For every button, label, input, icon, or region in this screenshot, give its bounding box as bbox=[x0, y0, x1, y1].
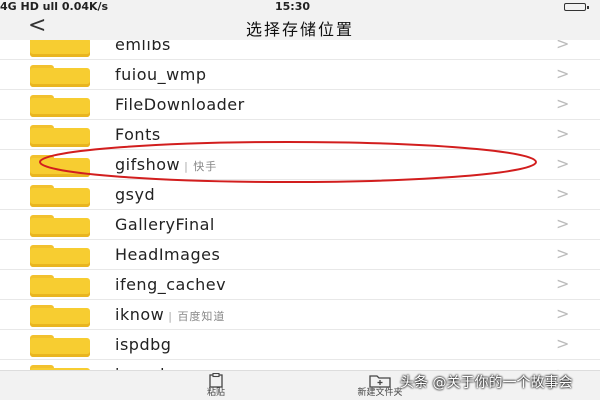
folder-name-text: ispdbg bbox=[115, 335, 172, 354]
chevron-right-icon: > bbox=[556, 154, 570, 173]
paste-button[interactable]: 粘贴 bbox=[186, 372, 246, 399]
folder-name-text: FileDownloader bbox=[115, 95, 245, 114]
folder-row[interactable]: FileDownloader > bbox=[0, 90, 600, 120]
clipboard-icon bbox=[186, 372, 246, 388]
battery-icon bbox=[564, 3, 589, 11]
folder-row[interactable]: emlibs > bbox=[0, 40, 600, 60]
folder-name-text: gifshow bbox=[115, 155, 181, 174]
paste-label: 粘贴 bbox=[206, 388, 225, 398]
folder-icon bbox=[30, 245, 90, 267]
folder-name: gsyd bbox=[115, 184, 155, 206]
folder-row[interactable]: iknow百度知道 > bbox=[0, 300, 600, 330]
watermark: 头条 @关于你的一个故事会 bbox=[400, 375, 573, 391]
folder-name: FileDownloader bbox=[115, 94, 245, 116]
page-title: 选择存储位置 bbox=[245, 20, 354, 39]
folder-row[interactable]: GalleryFinal > bbox=[0, 210, 600, 240]
folder-name-text: emlibs bbox=[115, 40, 171, 54]
folder-icon bbox=[30, 65, 90, 87]
folder-icon bbox=[30, 125, 90, 147]
folder-name: fuiou_wmp bbox=[115, 64, 206, 86]
folder-name: GalleryFinal bbox=[115, 214, 215, 236]
folder-row[interactable]: HeadImages > bbox=[0, 240, 600, 270]
folder-list: emlibs > fuiou_wmp > FileDownloader > Fonts > gi… bbox=[0, 40, 600, 370]
chevron-right-icon: > bbox=[556, 184, 570, 203]
chevron-right-icon: > bbox=[556, 214, 570, 233]
folder-name: ifeng_cachev bbox=[115, 274, 226, 296]
folder-icon bbox=[30, 275, 90, 297]
chevron-right-icon: > bbox=[556, 334, 570, 353]
folder-name-text: fuiou_wmp bbox=[115, 65, 207, 84]
folder-alias: 快手 bbox=[184, 160, 217, 173]
folder-icon bbox=[30, 40, 90, 57]
folder-name: ispdbg bbox=[115, 334, 171, 356]
folder-icon bbox=[30, 185, 90, 207]
status-network: 4G HD ull 0.04K/s bbox=[0, 0, 109, 13]
folder-name: HeadImages bbox=[115, 244, 220, 266]
folder-row[interactable]: ispdbg > bbox=[0, 330, 600, 360]
folder-name-text: gsyd bbox=[115, 185, 156, 204]
chevron-right-icon: > bbox=[556, 94, 570, 113]
folder-icon bbox=[30, 155, 90, 177]
folder-name-text: ifeng_cachev bbox=[115, 275, 227, 294]
folder-row[interactable]: Fonts > bbox=[0, 120, 600, 150]
status-bar: 4G HD ull 0.04K/s 15:30 bbox=[0, 0, 600, 14]
folder-name-text: HeadImages bbox=[115, 245, 221, 264]
chevron-right-icon: > bbox=[556, 124, 570, 143]
folder-row[interactable]: fuiou_wmp > bbox=[0, 60, 600, 90]
folder-name: gifshow快手 bbox=[115, 154, 217, 178]
folder-icon bbox=[30, 335, 90, 357]
chevron-right-icon: > bbox=[556, 244, 570, 263]
folder-row[interactable]: ispeak> bbox=[0, 360, 600, 370]
folder-name-text: iknow bbox=[115, 305, 165, 324]
folder-icon bbox=[30, 215, 90, 237]
folder-icon bbox=[30, 305, 90, 327]
folder-name: emlibs bbox=[115, 40, 171, 56]
folder-row[interactable]: gsyd > bbox=[0, 180, 600, 210]
folder-name: Fonts bbox=[115, 124, 161, 146]
folder-row[interactable]: ifeng_cachev > bbox=[0, 270, 600, 300]
chevron-right-icon: > bbox=[556, 274, 570, 293]
chevron-right-icon: > bbox=[556, 40, 570, 53]
chevron-right-icon: > bbox=[556, 64, 570, 83]
folder-name-text: GalleryFinal bbox=[115, 215, 215, 234]
status-time: 15:30 bbox=[275, 0, 311, 13]
folder-name: iknow百度知道 bbox=[115, 304, 225, 328]
title-bar: < 选择存储位置 bbox=[0, 14, 600, 40]
folder-row[interactable]: gifshow快手 > bbox=[0, 150, 600, 180]
folder-name-text: Fonts bbox=[115, 125, 161, 144]
folder-icon bbox=[30, 95, 90, 117]
folder-alias: 百度知道 bbox=[168, 310, 225, 323]
chevron-right-icon: > bbox=[556, 304, 570, 323]
